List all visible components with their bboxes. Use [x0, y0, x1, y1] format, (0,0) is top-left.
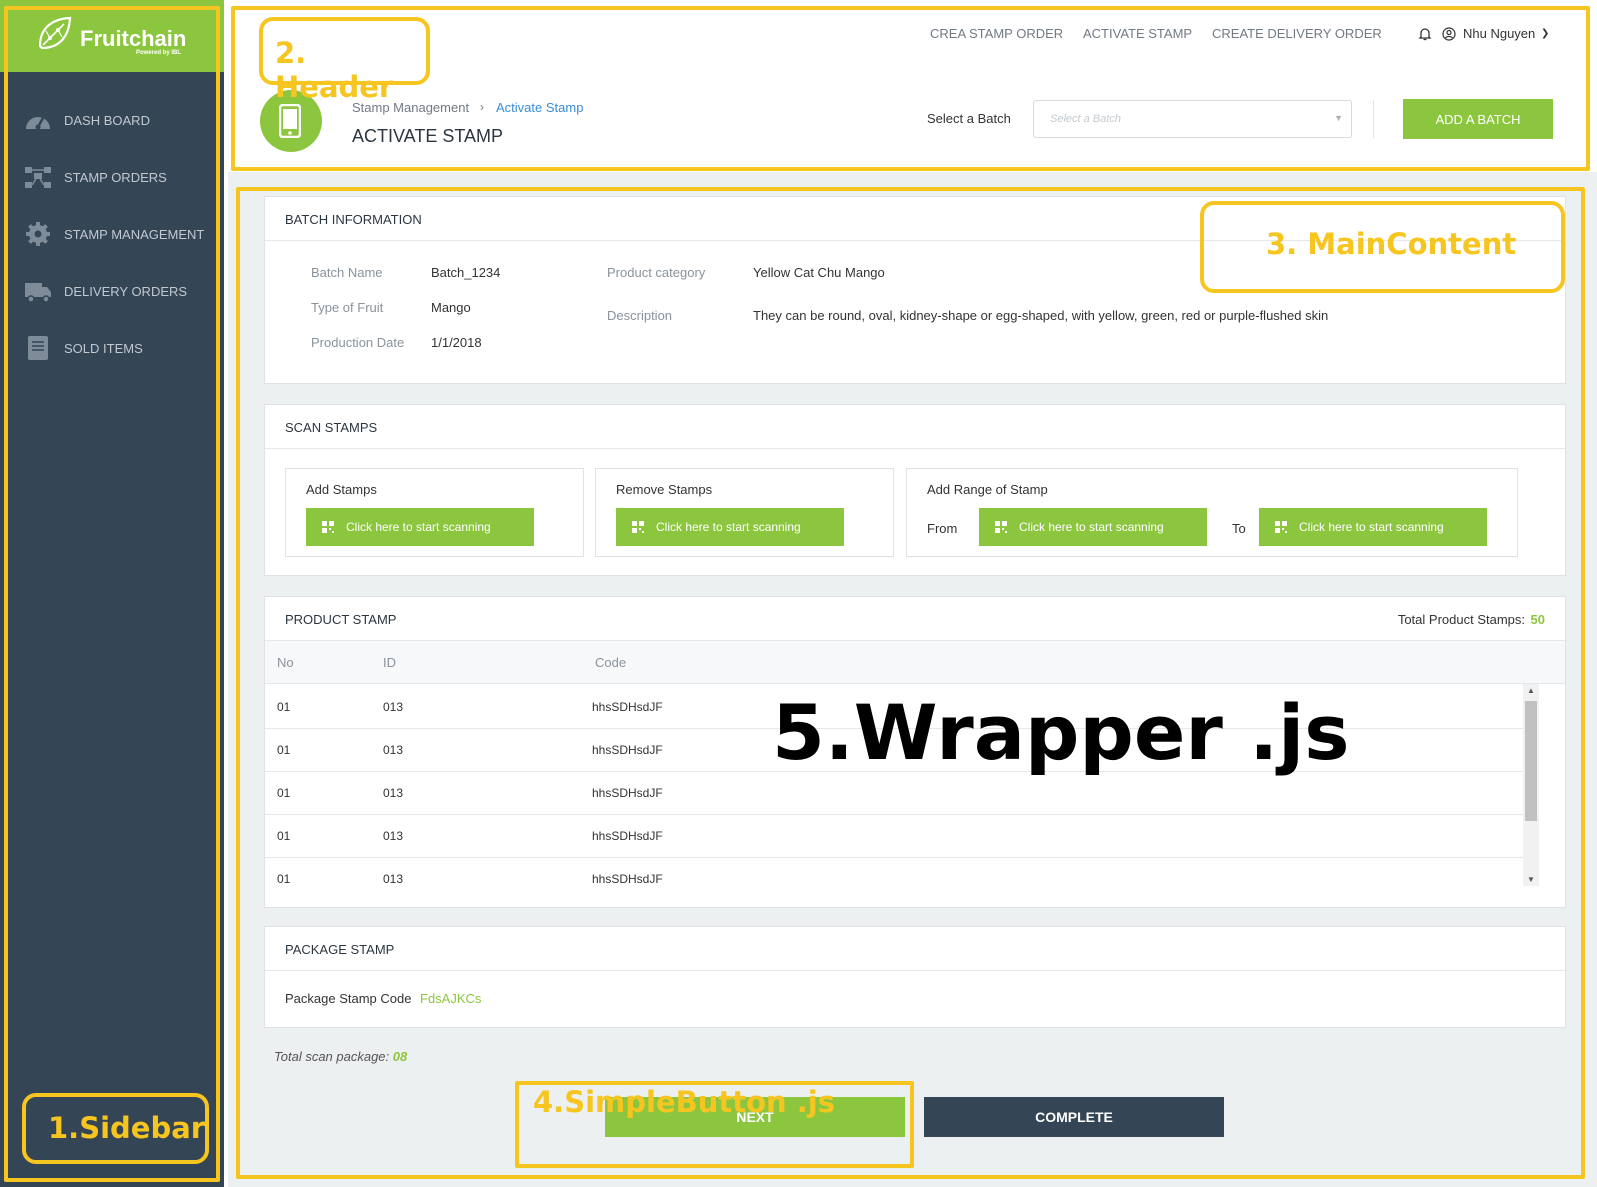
- button-annotation-text: 4.SimpleButton .js: [533, 1085, 835, 1119]
- header-annotation-tag: 2. Header: [259, 17, 430, 104]
- sidebar-annotation-text: 1.Sidebar: [48, 1111, 206, 1145]
- wrapper-annotation-text: 5.Wrapper .js: [772, 688, 1350, 777]
- sidebar-annotation-frame: [4, 6, 220, 1182]
- button-annotation-frame: 4.SimpleButton .js: [515, 1081, 914, 1168]
- main-annotation-tag: 3. MainContent: [1200, 201, 1565, 293]
- main-annotation-text: 3. MainContent: [1266, 227, 1517, 261]
- sidebar-annotation-tag: 1.Sidebar: [22, 1093, 209, 1164]
- main-annotation-frame: [236, 187, 1585, 1179]
- header-annotation-frame: [231, 6, 1590, 171]
- header-annotation-text: 2. Header: [275, 36, 394, 104]
